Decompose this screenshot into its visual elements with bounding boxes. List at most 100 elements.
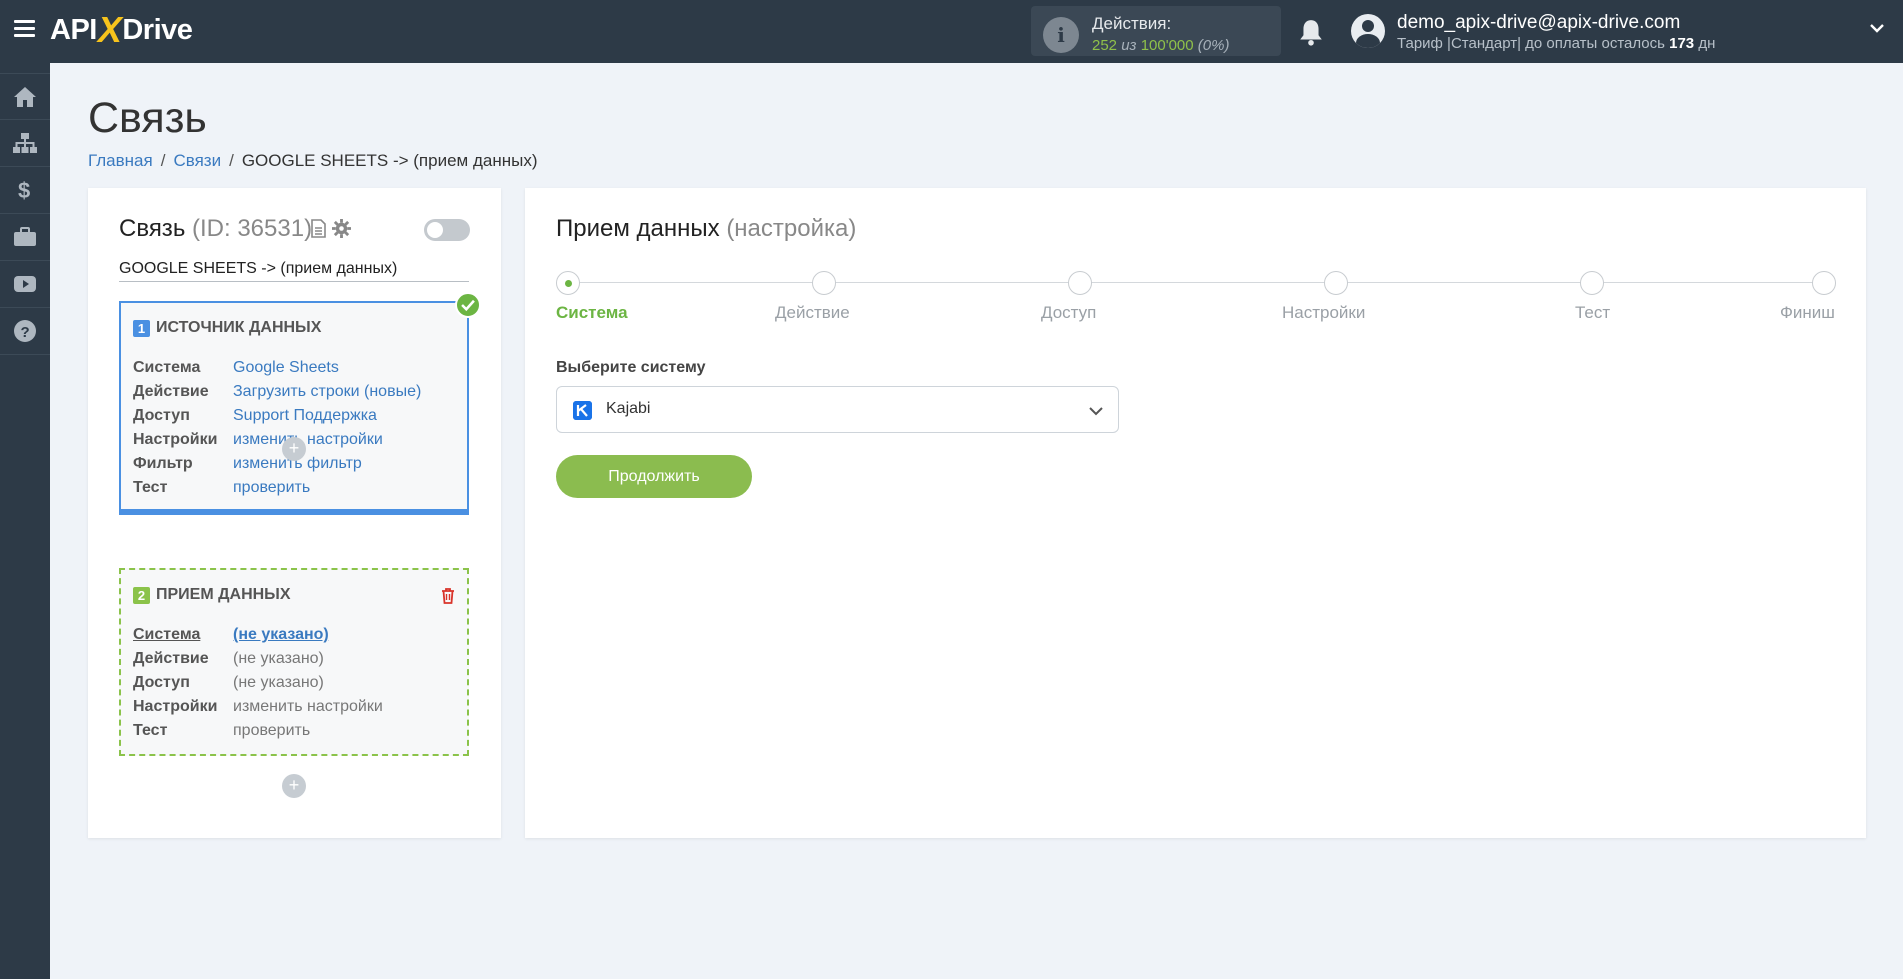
- row-key: Настройки: [133, 698, 218, 715]
- step-label: Настройки: [1282, 303, 1366, 322]
- page-title: Связь: [88, 94, 207, 142]
- destination-row-settings: Настройки изменить настройки: [133, 695, 383, 719]
- bell-icon[interactable]: [1298, 18, 1324, 46]
- step-label: Действие: [775, 303, 850, 322]
- step-label: Доступ: [1041, 303, 1097, 322]
- row-key: Действие: [133, 650, 209, 667]
- step-number-badge: 1: [133, 319, 150, 337]
- plan-prefix: Тариф |Стандарт| до оплаты осталось: [1397, 35, 1665, 52]
- help-icon: ?: [14, 320, 36, 342]
- row-key: Действие: [133, 383, 209, 400]
- user-plan: Тариф |Стандарт| до оплаты осталось 173 …: [1397, 35, 1715, 52]
- connection-name-field[interactable]: GOOGLE SHEETS -> (прием данных): [119, 260, 469, 282]
- trash-icon[interactable]: [441, 588, 455, 604]
- row-value: проверить: [233, 722, 311, 739]
- connection-title: Связь (ID: 36531): [119, 215, 312, 243]
- logo-text-x: X: [97, 9, 122, 50]
- destination-rows: Система (не указано) Действие (не указано)…: [133, 623, 383, 743]
- sidebar-item-services[interactable]: [0, 214, 50, 261]
- breadcrumb: Главная / Связи / GOOGLE SHEETS -> (прием да…: [88, 151, 538, 171]
- step-dot: [556, 271, 580, 295]
- sidebar-item-connections[interactable]: [0, 120, 50, 167]
- continue-button[interactable]: Продолжить: [556, 455, 752, 498]
- user-email[interactable]: demo_apix-drive@apix-drive.com: [1397, 12, 1680, 34]
- row-value-link[interactable]: Загрузить строки (новые): [233, 383, 421, 401]
- select-system-label: Выберите систему: [556, 359, 706, 376]
- row-key: Настройки: [133, 431, 218, 448]
- sidebar-item-home[interactable]: [0, 73, 50, 120]
- step-number-badge: 2: [133, 586, 150, 604]
- source-block-title: 1 ИСТОЧНИК ДАННЫХ: [133, 319, 321, 337]
- row-key: Тест: [133, 479, 168, 496]
- source-row-access: Доступ Support Поддержка: [133, 404, 421, 428]
- svg-text:$: $: [18, 178, 30, 202]
- plan-suffix: дн: [1698, 35, 1716, 52]
- breadcrumb-home[interactable]: Главная: [88, 151, 153, 170]
- destination-row-system: Система (не указано): [133, 623, 383, 647]
- youtube-icon: [14, 276, 36, 292]
- sidebar-item-billing[interactable]: $: [0, 167, 50, 214]
- actions-label: Действия:: [1092, 14, 1172, 33]
- actions-value: 252 из 100'000 (0%): [1092, 37, 1229, 54]
- step-line: [568, 282, 1824, 283]
- system-select[interactable]: Kajabi: [556, 386, 1119, 433]
- source-row-settings: Настройки изменить настройки: [133, 428, 421, 452]
- document-icon[interactable]: [311, 219, 326, 238]
- destination-title-text: ПРИЕМ ДАННЫХ: [156, 586, 291, 603]
- row-value-link[interactable]: Support Поддержка: [233, 407, 377, 425]
- logo[interactable]: API X Drive: [50, 9, 193, 50]
- step-label: Тест: [1575, 303, 1611, 322]
- step-label: Система: [556, 303, 628, 322]
- source-row-filter: Фильтр изменить фильтр: [133, 452, 421, 476]
- step-dot: [1324, 271, 1348, 295]
- connection-panel: Связь (ID: 36531) GOOGLE SHEETS -> (прие…: [88, 188, 501, 838]
- row-value-link[interactable]: (не указано): [233, 626, 329, 644]
- destination-row-access: Доступ (не указано): [133, 671, 383, 695]
- add-step-button[interactable]: +: [282, 774, 306, 798]
- chevron-down-icon[interactable]: [1869, 20, 1885, 36]
- source-rows: Система Google Sheets Действие Загрузить с…: [133, 356, 421, 500]
- connection-toggle[interactable]: [424, 219, 470, 241]
- source-row-test: Тест проверить: [133, 476, 421, 500]
- source-title-text: ИСТОЧНИК ДАННЫХ: [156, 319, 322, 336]
- gear-icon[interactable]: [332, 219, 351, 238]
- row-key[interactable]: Система: [133, 626, 233, 644]
- actions-counter: i Действия: 252 из 100'000 (0%): [1031, 6, 1281, 56]
- breadcrumb-separator: /: [229, 151, 234, 170]
- plan-days: 173: [1669, 35, 1695, 52]
- setup-title-text: Прием данных: [556, 215, 720, 242]
- row-value-link[interactable]: изменить настройки: [233, 431, 383, 449]
- row-value-link[interactable]: Google Sheets: [233, 359, 339, 377]
- actions-of: из: [1121, 37, 1137, 54]
- step-dot: [812, 271, 836, 295]
- source-row-action: Действие Загрузить строки (новые): [133, 380, 421, 404]
- row-key: Доступ: [133, 674, 190, 691]
- step-dot: [1068, 271, 1092, 295]
- connection-id: (ID: 36531): [192, 215, 313, 242]
- chevron-down-icon: [1089, 407, 1103, 416]
- svg-text:?: ?: [21, 324, 30, 341]
- logo-text-drive: Drive: [122, 13, 193, 46]
- breadcrumb-connections[interactable]: Связи: [173, 151, 221, 170]
- menu-icon[interactable]: [14, 20, 35, 38]
- row-value: (не указано): [233, 674, 324, 691]
- avatar[interactable]: [1351, 14, 1385, 48]
- destination-row-action: Действие (не указано): [133, 647, 383, 671]
- destination-row-test: Тест проверить: [133, 719, 383, 743]
- add-step-button[interactable]: +: [282, 437, 306, 461]
- breadcrumb-separator: /: [160, 151, 166, 170]
- row-key: Система: [133, 359, 201, 376]
- selected-system: Kajabi: [606, 400, 651, 417]
- row-value-link[interactable]: проверить: [233, 479, 310, 497]
- sidebar-item-video[interactable]: [0, 261, 50, 308]
- home-icon: [14, 86, 36, 107]
- kajabi-logo-icon: [573, 401, 592, 420]
- source-block[interactable]: 1 ИСТОЧНИК ДАННЫХ Система Google Sheets Д…: [119, 301, 469, 515]
- row-value: (не указано): [233, 650, 324, 667]
- row-key: Фильтр: [133, 455, 193, 472]
- connection-icons: [311, 219, 351, 238]
- sidebar-item-help[interactable]: ?: [0, 308, 50, 355]
- destination-block[interactable]: 2 ПРИЕМ ДАННЫХ Система (не указано) Дейст…: [119, 568, 469, 756]
- setup-panel: Прием данных (настройка) Система Действи…: [525, 188, 1866, 838]
- logo-text-api: API: [50, 13, 97, 46]
